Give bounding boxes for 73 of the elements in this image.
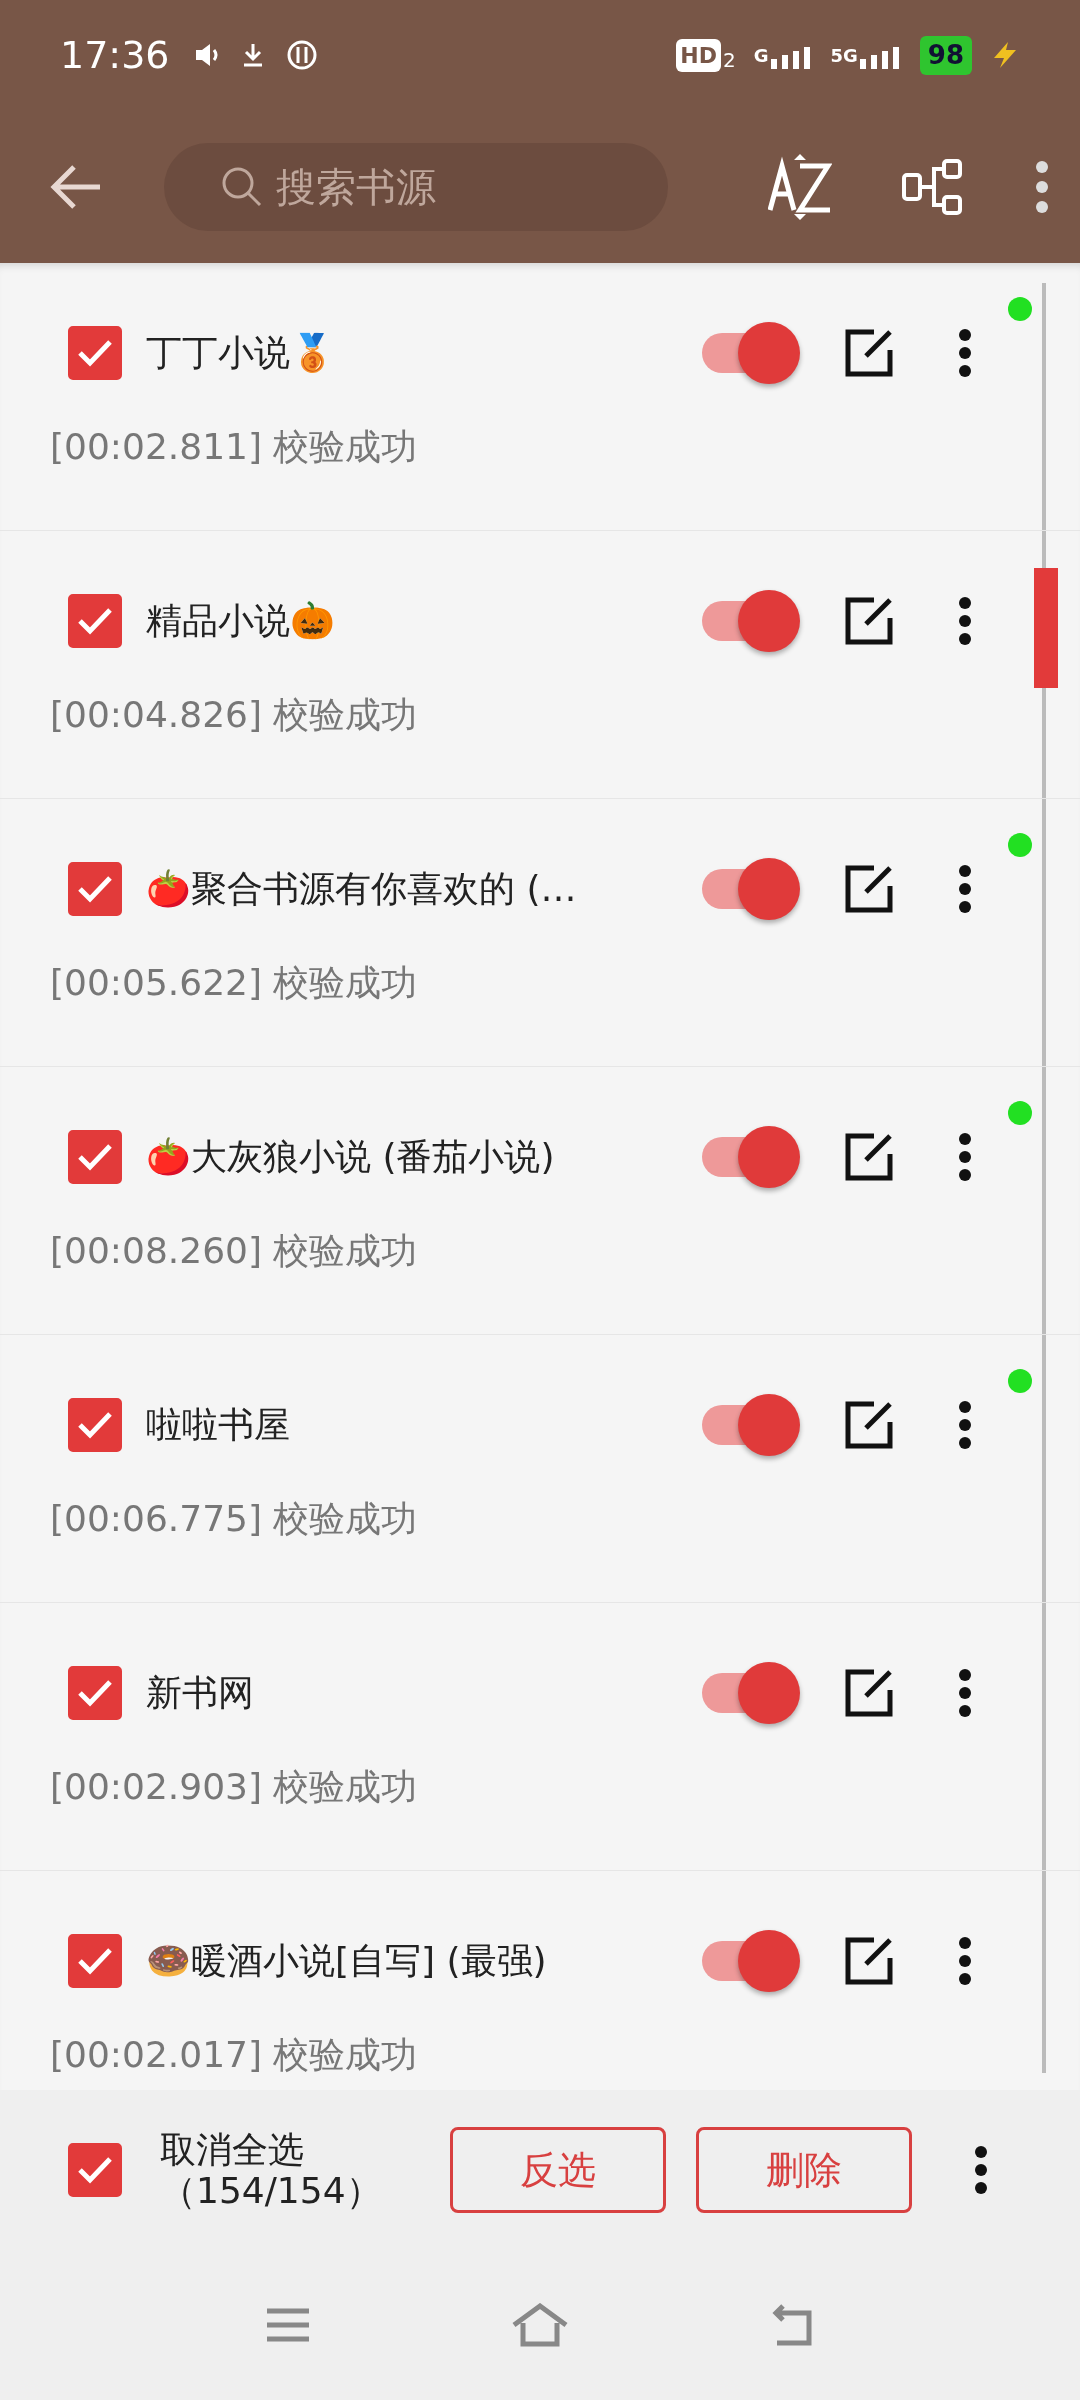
edit-icon[interactable] bbox=[844, 864, 894, 914]
source-name: 丁丁小说🥉 bbox=[146, 331, 336, 375]
signal-icon bbox=[768, 44, 813, 69]
toggle-switch[interactable] bbox=[700, 1930, 800, 1992]
more-icon[interactable] bbox=[958, 864, 972, 914]
toggle-switch[interactable] bbox=[700, 322, 800, 384]
checkmark-icon bbox=[77, 606, 113, 636]
checkmark-icon bbox=[77, 1946, 113, 1976]
sort-icon[interactable] bbox=[768, 151, 832, 222]
edit-icon[interactable] bbox=[844, 1132, 894, 1182]
menu-icon[interactable] bbox=[265, 2307, 311, 2343]
checkmark-icon bbox=[77, 338, 113, 368]
signal-icon bbox=[857, 44, 902, 69]
toggle-switch[interactable] bbox=[700, 1662, 800, 1724]
selection-count: （154/154） bbox=[160, 2170, 383, 2212]
checkmark-icon bbox=[77, 1142, 113, 1172]
search-field[interactable]: 搜索书源 bbox=[164, 142, 668, 231]
edit-icon[interactable] bbox=[844, 1668, 894, 1718]
source-name: 🍅聚合书源有你喜欢的 (… bbox=[146, 867, 578, 911]
edit-icon[interactable] bbox=[844, 596, 894, 646]
hd-label: HD bbox=[676, 38, 721, 72]
hd-subscript: 2 bbox=[723, 46, 736, 74]
check-result: [00:05.622] 校验成功 bbox=[50, 961, 419, 1005]
checkmark-icon bbox=[77, 2155, 113, 2185]
toggle-switch[interactable] bbox=[700, 1394, 800, 1456]
checkmark-icon bbox=[77, 1410, 113, 1440]
more-icon[interactable] bbox=[958, 328, 972, 378]
download-icon bbox=[241, 42, 264, 68]
scrollbar-thumb[interactable] bbox=[1034, 568, 1058, 688]
source-name: 🍅大灰狼小说 (番茄小说) bbox=[146, 1135, 556, 1179]
network-label: G bbox=[753, 43, 769, 68]
checkbox[interactable] bbox=[68, 594, 122, 648]
home-icon[interactable] bbox=[511, 2303, 569, 2347]
check-result: [00:04.826] 校验成功 bbox=[50, 693, 419, 737]
action-button[interactable]: 反选 bbox=[450, 2127, 666, 2213]
check-result: [00:02.017] 校验成功 bbox=[50, 2033, 419, 2077]
check-result: [00:02.903] 校验成功 bbox=[50, 1765, 419, 1809]
more-icon[interactable] bbox=[958, 1936, 972, 1986]
checkbox[interactable] bbox=[68, 1398, 122, 1452]
network-label: 5G bbox=[830, 43, 858, 68]
checkbox[interactable] bbox=[68, 1130, 122, 1184]
more-icon[interactable] bbox=[958, 596, 972, 646]
check-result: [00:02.811] 校验成功 bbox=[50, 425, 419, 469]
action-button[interactable]: 删除 bbox=[696, 2127, 912, 2213]
volume-icon bbox=[193, 42, 220, 68]
status-time: 17:36 bbox=[60, 31, 170, 79]
source-name: 啦啦书屋 bbox=[146, 1403, 291, 1447]
checkbox[interactable] bbox=[68, 1666, 122, 1720]
select-all-label: 取消全选 bbox=[160, 2128, 305, 2170]
edit-icon[interactable] bbox=[844, 328, 894, 378]
battery-level: 98 bbox=[919, 35, 972, 75]
check-result: [00:08.260] 校验成功 bbox=[50, 1229, 419, 1273]
more-icon[interactable] bbox=[958, 1400, 972, 1450]
checkbox[interactable] bbox=[68, 326, 122, 380]
toggle-switch[interactable] bbox=[700, 858, 800, 920]
data-saver-icon bbox=[285, 39, 318, 71]
checkmark-icon bbox=[77, 874, 113, 904]
edit-icon[interactable] bbox=[844, 1936, 894, 1986]
checkbox[interactable] bbox=[68, 1934, 122, 1988]
source-name: 🍩暖酒小说[自写] (最强) bbox=[146, 1939, 548, 1983]
more-icon[interactable] bbox=[974, 2145, 988, 2195]
check-result: [00:06.775] 校验成功 bbox=[50, 1497, 419, 1541]
source-name: 新书网 bbox=[146, 1671, 255, 1715]
toggle-switch[interactable] bbox=[700, 590, 800, 652]
checkbox[interactable] bbox=[68, 2143, 122, 2197]
checkmark-icon bbox=[77, 1678, 113, 1708]
more-icon[interactable] bbox=[958, 1132, 972, 1182]
checkbox[interactable] bbox=[68, 862, 122, 916]
source-name: 精品小说🎃 bbox=[146, 599, 336, 643]
group-icon[interactable] bbox=[902, 158, 964, 215]
edit-icon[interactable] bbox=[844, 1400, 894, 1450]
toggle-switch[interactable] bbox=[700, 1126, 800, 1188]
more-icon[interactable] bbox=[958, 1668, 972, 1718]
